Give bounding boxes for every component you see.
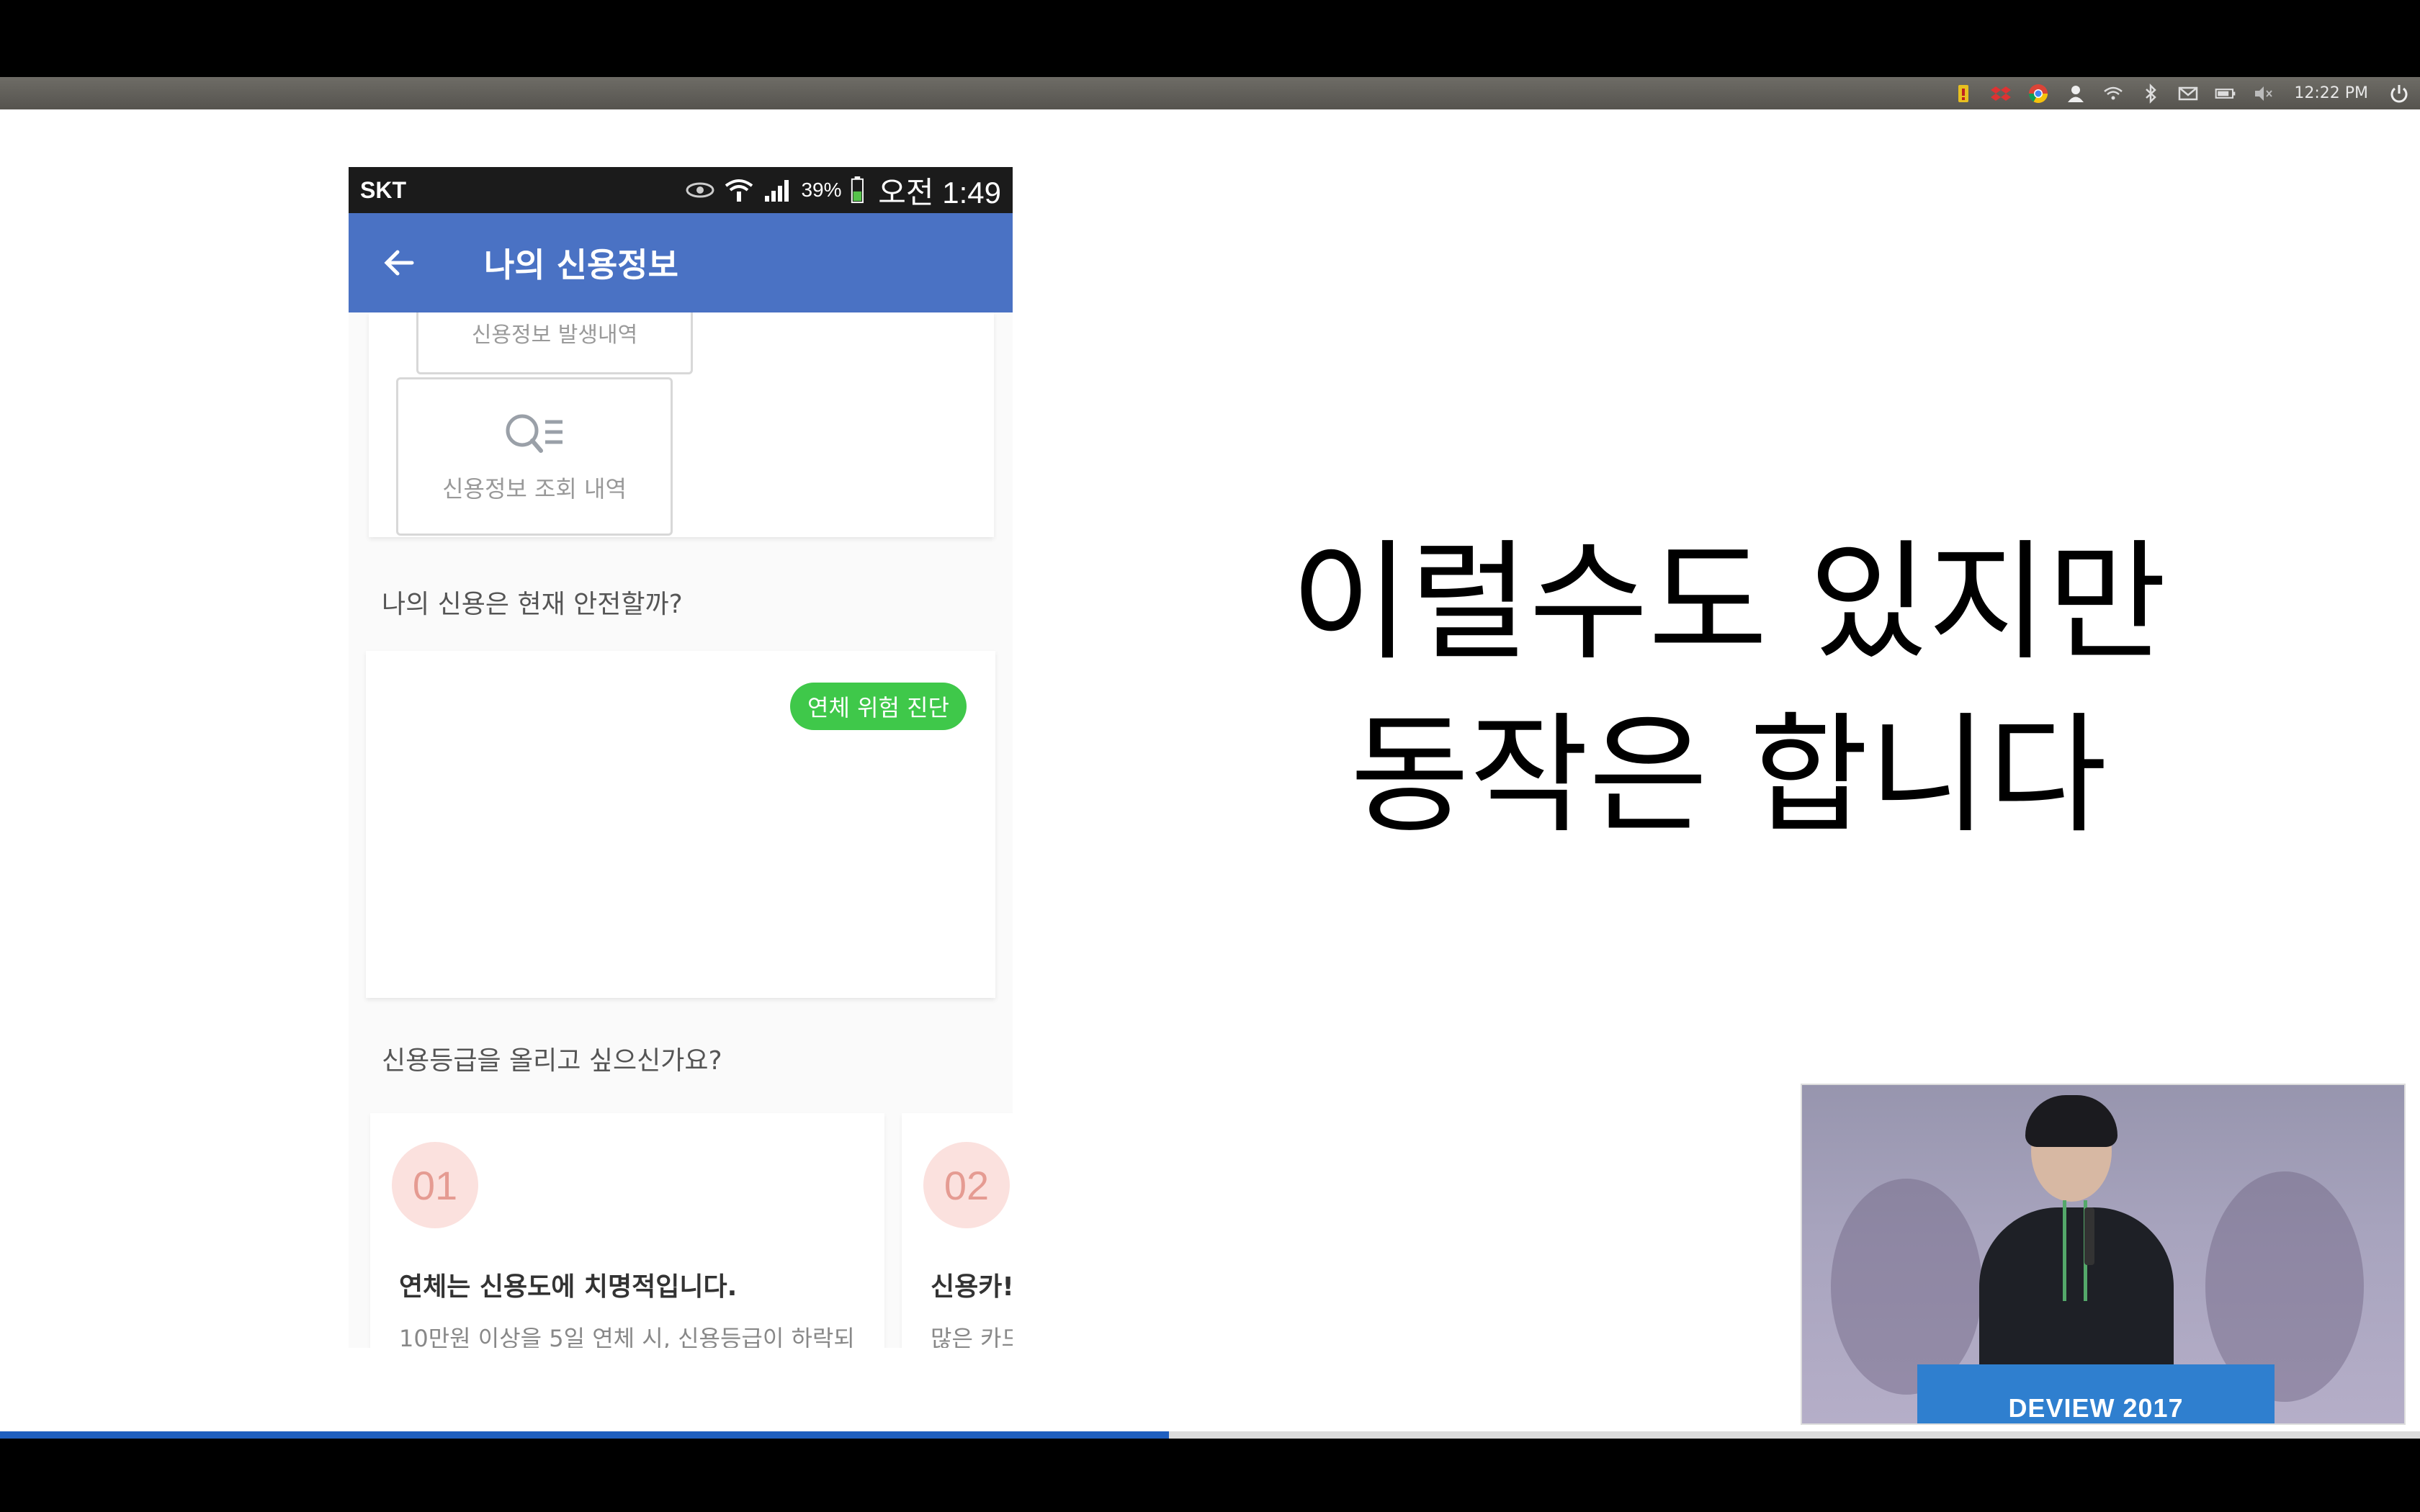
chrome-icon[interactable]: [2027, 83, 2049, 104]
back-arrow-icon[interactable]: [380, 244, 418, 282]
presentation-slide: SKT 39% 오전 1:49 나의 신용정보 신용정보 발생내역 신용정보 조…: [0, 109, 2420, 1431]
search-list-icon: [506, 414, 563, 453]
speaker-hair: [2025, 1095, 2118, 1147]
slide-headline: 이럴수도 있지만 동작은 합니다: [1196, 517, 2262, 863]
battery-warning-icon[interactable]: [1953, 83, 1974, 104]
credit-history-tile[interactable]: 신용정보 발생내역: [416, 312, 693, 374]
phone-content: 신용정보 발생내역 신용정보 조회 내역 나의 신용은 현재 안전할까? 연체 …: [349, 312, 1013, 1348]
page-title: 나의 신용정보: [484, 246, 678, 284]
podium-label: DEVIEW 2017: [2008, 1393, 2184, 1423]
taskbar: 12:22 PM: [0, 77, 2420, 109]
podium: DEVIEW 2017: [1917, 1364, 2275, 1423]
battery-percent: 39%: [801, 179, 842, 201]
tip-card[interactable]: 02 신용카! 많은 카드: [902, 1113, 1013, 1348]
risk-section-heading: 나의 신용은 현재 안전할까?: [382, 590, 683, 619]
tip-description: 많은 카드: [931, 1325, 1013, 1348]
battery-icon[interactable]: [2215, 83, 2236, 104]
risk-diagnosis-button[interactable]: 연체 위험 진단: [790, 683, 967, 730]
user-icon[interactable]: [2065, 83, 2087, 104]
video-progress-fill: [0, 1431, 1169, 1439]
video-progress-bar[interactable]: [0, 1431, 2420, 1439]
volume-mute-icon[interactable]: [2252, 83, 2274, 104]
mail-icon[interactable]: [2177, 83, 2199, 104]
wifi-icon[interactable]: [2102, 83, 2124, 104]
power-icon[interactable]: [2388, 83, 2410, 104]
tip-description: 10만원 이상을 5일 연체 시, 신용등급이 하락되: [399, 1325, 855, 1348]
carrier-label: SKT: [360, 176, 406, 203]
phone-clock: 오전 1:49: [878, 175, 1001, 210]
phone-screenshot: SKT 39% 오전 1:49 나의 신용정보 신용정보 발생내역 신용정보 조…: [349, 167, 1013, 1348]
letterbox-top: [0, 0, 2420, 77]
headline-line-1: 이럴수도 있지만: [1290, 528, 2167, 678]
bluetooth-icon[interactable]: [2140, 83, 2161, 104]
tips-section-heading: 신용등급을 올리고 싶으신가요?: [382, 1046, 722, 1076]
tip-number-badge: 01: [392, 1142, 478, 1228]
dropbox-icon[interactable]: [1990, 83, 2012, 104]
taskbar-clock[interactable]: 12:22 PM: [2294, 84, 2368, 102]
cell-signal-icon: [765, 180, 789, 202]
tip-card[interactable]: 01 연체는 신용도에 치명적입니다. 10만원 이상을 5일 연체 시, 신용…: [370, 1113, 884, 1348]
tip-title: 신용카!: [931, 1272, 1013, 1302]
risk-card: 연체 위험 진단: [366, 651, 995, 998]
microphone: [2084, 1207, 2094, 1265]
tip-title: 연체는 신용도에 치명적입니다.: [399, 1272, 738, 1302]
app-bar: 나의 신용정보: [349, 213, 1013, 312]
wifi-signal-icon: [725, 179, 753, 202]
phone-status-bar: SKT 39% 오전 1:49: [349, 167, 1013, 213]
tip-number-badge: 02: [923, 1142, 1010, 1228]
credit-inquiry-tile[interactable]: 신용정보 조회 내역: [396, 377, 673, 536]
phone-battery-icon: [851, 176, 864, 204]
lanyard: [2063, 1200, 2087, 1301]
background-shadow: [1831, 1179, 1982, 1395]
credit-menu-card: 신용정보 발생내역 신용정보 조회 내역: [369, 312, 994, 537]
credit-history-label: 신용정보 발생내역: [471, 323, 638, 348]
eye-icon: [686, 182, 714, 198]
speaker-video[interactable]: DEVIEW 2017: [1801, 1084, 2406, 1425]
letterbox-bottom: [0, 1439, 2420, 1512]
headline-line-2: 동작은 합니다: [1350, 701, 2107, 851]
credit-inquiry-label: 신용정보 조회 내역: [442, 475, 627, 503]
